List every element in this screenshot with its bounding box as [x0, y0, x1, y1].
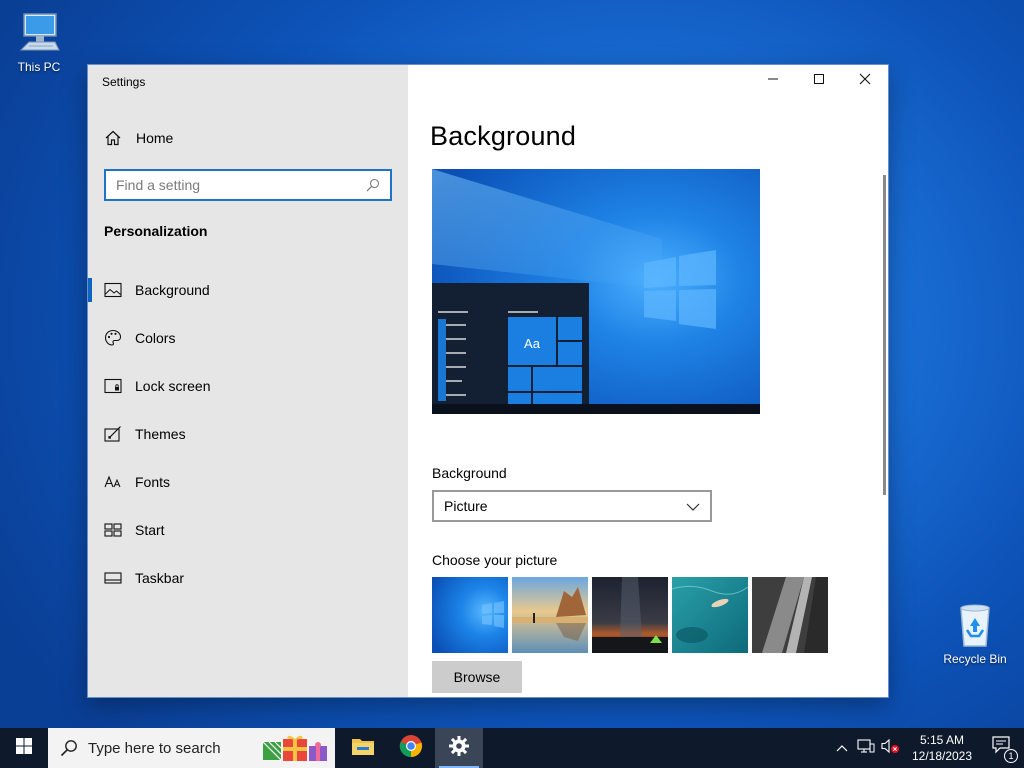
- sidebar-item-themes[interactable]: Themes: [88, 410, 408, 458]
- window-title: Settings: [102, 75, 146, 89]
- start-button[interactable]: [0, 728, 48, 768]
- recycle-bin-icon: [951, 602, 999, 650]
- computer-icon: [15, 10, 63, 58]
- network-icon: [857, 738, 875, 759]
- file-explorer-icon: [351, 736, 375, 761]
- notification-count-badge: 1: [1004, 749, 1018, 763]
- taskbar: Type here to search 5:15 AM 12/18/2023 1: [0, 728, 1024, 768]
- maximize-button[interactable]: [796, 65, 842, 97]
- settings-taskbar-button[interactable]: [435, 728, 483, 768]
- settings-content: Background Aa Background Picture Choose …: [408, 65, 888, 697]
- fonts-icon: [104, 473, 122, 491]
- chrome-icon: [399, 734, 423, 763]
- home-icon: [104, 129, 122, 147]
- picture-thumbnail-rock-cliff[interactable]: [752, 577, 828, 653]
- choose-picture-label: Choose your picture: [432, 552, 558, 568]
- clock-date: 12/18/2023: [911, 749, 973, 763]
- picture-thumbnail-windows[interactable]: [432, 577, 508, 653]
- network-tray-button[interactable]: [854, 728, 878, 768]
- palette-icon: [104, 329, 122, 347]
- file-explorer-taskbar-button[interactable]: [339, 728, 387, 768]
- background-type-dropdown[interactable]: Picture: [432, 490, 712, 522]
- action-center-button[interactable]: 1: [982, 728, 1024, 768]
- system-tray: 5:15 AM 12/18/2023 1: [830, 728, 1024, 768]
- chevron-up-icon: [836, 739, 848, 757]
- browse-button[interactable]: Browse: [432, 661, 522, 693]
- settings-search-box[interactable]: [104, 169, 392, 201]
- sidebar-item-fonts[interactable]: Fonts: [88, 458, 408, 506]
- sidebar-item-label: Taskbar: [135, 570, 185, 586]
- chrome-taskbar-button[interactable]: [387, 728, 435, 768]
- maximize-icon: [813, 72, 825, 90]
- section-title: Personalization: [104, 223, 208, 239]
- sidebar-item-label: Colors: [135, 330, 176, 346]
- picture-thumbnail-underwater[interactable]: [672, 577, 748, 653]
- sidebar-item-colors[interactable]: Colors: [88, 314, 408, 362]
- picture-thumbnail-night-sky[interactable]: [592, 577, 668, 653]
- desktop-preview: Aa: [432, 169, 760, 414]
- background-type-value: Picture: [444, 498, 488, 514]
- recycle-bin-label: Recycle Bin: [943, 652, 1007, 666]
- windows-start-icon: [16, 737, 32, 759]
- close-icon: [859, 72, 871, 90]
- home-nav-item[interactable]: Home: [104, 129, 173, 147]
- picture-thumbnails: [432, 577, 828, 653]
- start-icon: [104, 521, 122, 539]
- this-pc-label: This PC: [17, 60, 61, 74]
- picture-icon: [104, 281, 122, 299]
- personalization-nav: Background Colors Lock screen Themes Fon…: [88, 266, 408, 602]
- taskbar-icon: [104, 569, 122, 587]
- settings-icon: [448, 735, 470, 762]
- lock-screen-icon: [104, 377, 122, 395]
- volume-muted-icon: [880, 738, 900, 759]
- recycle-bin-desktop-icon[interactable]: Recycle Bin: [940, 602, 1010, 666]
- sidebar-item-label: Themes: [135, 426, 186, 442]
- sidebar-item-start[interactable]: Start: [88, 506, 408, 554]
- background-type-label: Background: [432, 465, 507, 481]
- settings-search-input[interactable]: [116, 177, 366, 193]
- settings-window: Settings Home Personalization Background: [88, 65, 888, 697]
- volume-tray-button[interactable]: [878, 728, 902, 768]
- this-pc-desktop-icon[interactable]: This PC: [4, 10, 74, 74]
- sidebar-item-label: Start: [135, 522, 165, 538]
- search-icon: [366, 178, 380, 192]
- themes-icon: [104, 425, 122, 443]
- show-hidden-icons-button[interactable]: [830, 728, 854, 768]
- sidebar-item-background[interactable]: Background: [88, 266, 408, 314]
- sidebar-item-label: Background: [135, 282, 210, 298]
- sidebar-item-taskbar[interactable]: Taskbar: [88, 554, 408, 602]
- taskbar-search-placeholder: Type here to search: [88, 739, 221, 757]
- sidebar-item-label: Fonts: [135, 474, 171, 490]
- minimize-button[interactable]: [750, 65, 796, 97]
- home-label: Home: [136, 130, 174, 146]
- chevron-down-icon: [686, 498, 700, 514]
- sidebar-item-lock-screen[interactable]: Lock screen: [88, 362, 408, 410]
- gifts-search-highlight-icon[interactable]: [261, 734, 331, 762]
- settings-sidebar: Settings Home Personalization Background: [88, 65, 408, 697]
- page-title: Background: [430, 121, 577, 151]
- search-icon: [60, 739, 78, 757]
- clock-button[interactable]: 5:15 AM 12/18/2023: [902, 732, 982, 764]
- picture-thumbnail-beach[interactable]: [512, 577, 588, 653]
- sidebar-item-label: Lock screen: [135, 378, 211, 394]
- close-button[interactable]: [842, 65, 888, 97]
- clock-time: 5:15 AM: [919, 733, 965, 747]
- taskbar-search-box[interactable]: Type here to search: [48, 728, 335, 768]
- minimize-icon: [767, 72, 779, 90]
- preview-tile-text: Aa: [524, 336, 541, 351]
- content-scrollbar[interactable]: [883, 175, 886, 495]
